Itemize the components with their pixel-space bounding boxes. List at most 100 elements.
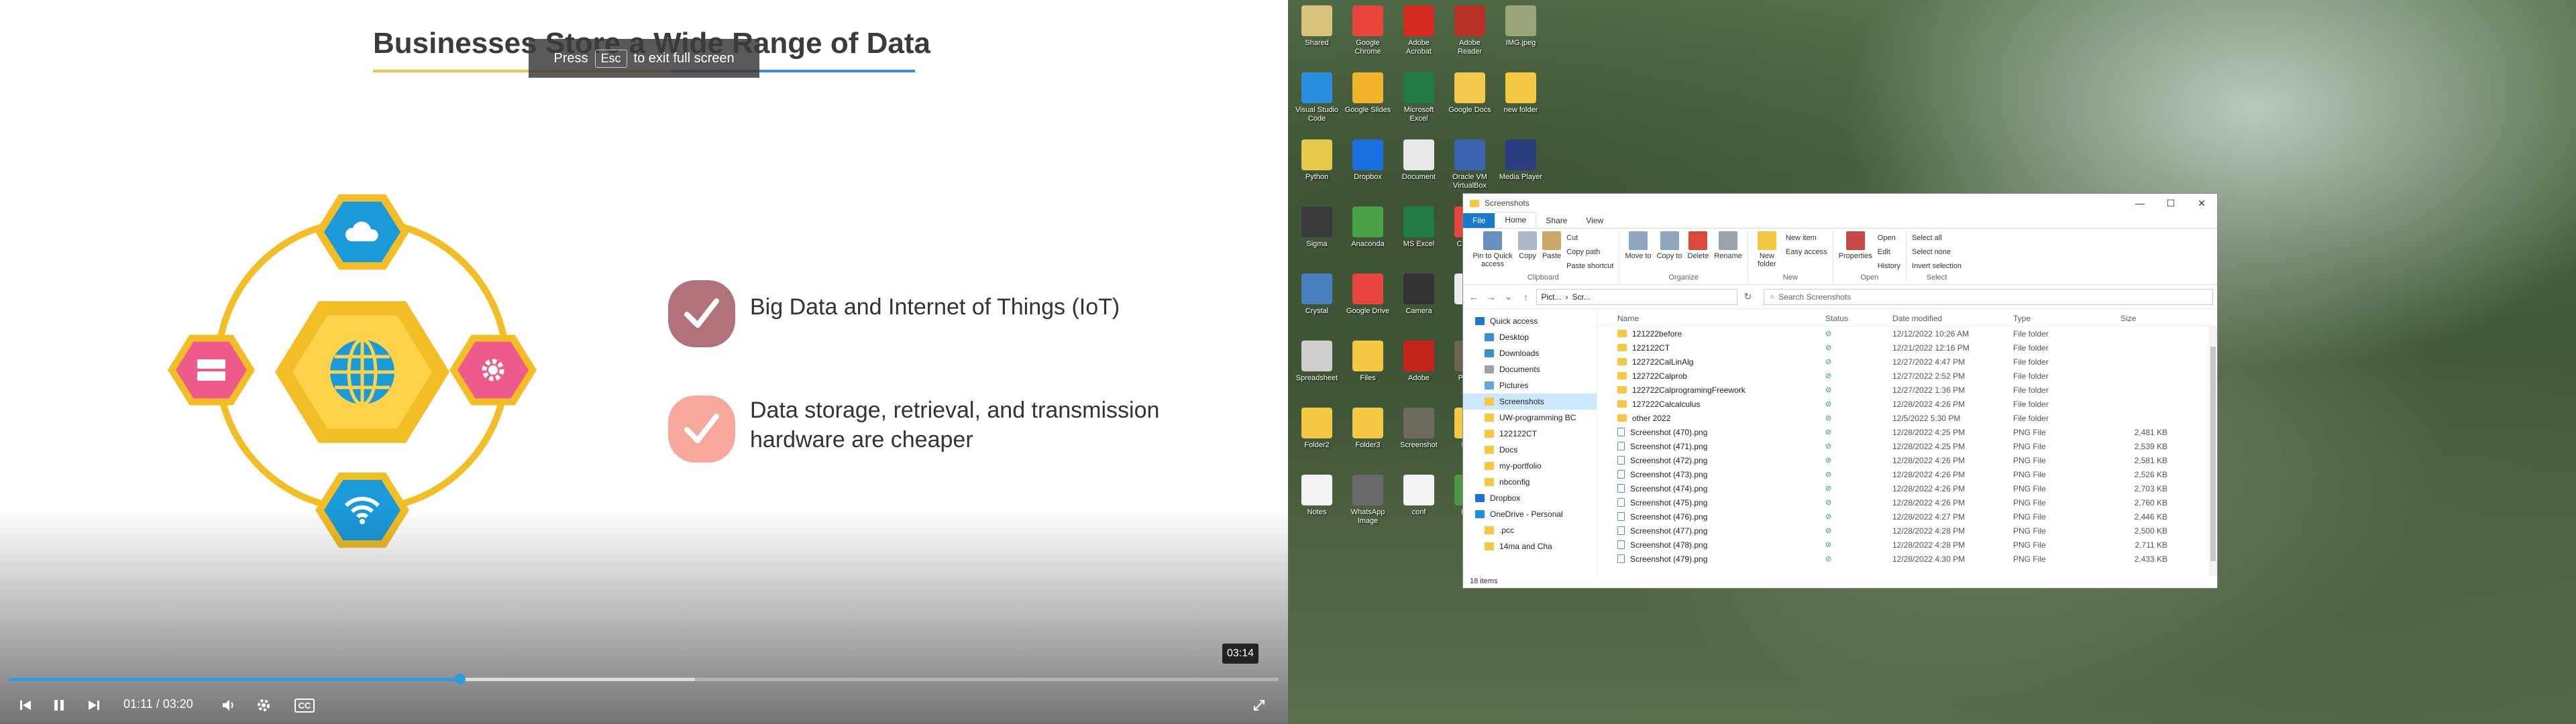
desktop-icon[interactable]: Document bbox=[1395, 139, 1442, 206]
column-date[interactable]: Date modified bbox=[1892, 314, 2013, 323]
desktop-icon[interactable]: WhatsApp Image bbox=[1344, 475, 1391, 542]
file-row[interactable]: Screenshot (470).png ⊘ 12/28/2022 4:25 PM P… bbox=[1597, 425, 2217, 439]
desktop-icon[interactable]: Visual Studio Code bbox=[1293, 72, 1340, 139]
file-row[interactable]: 121222before ⊘ 12/12/2022 10:26 AM File fol… bbox=[1597, 326, 2217, 341]
pin-quick-access-button[interactable]: Pin to Quick access bbox=[1472, 231, 1513, 274]
address-crumb-2[interactable]: Scr... bbox=[1572, 292, 1590, 302]
settings-gear-icon[interactable] bbox=[254, 695, 274, 716]
address-bar[interactable]: Pict... › Scr... bbox=[1536, 288, 1737, 305]
desktop-icon[interactable]: Adobe bbox=[1395, 341, 1442, 408]
desktop-icon[interactable]: Screenshot bbox=[1395, 408, 1442, 475]
recent-chevron-icon[interactable]: ⌄ bbox=[1502, 291, 1515, 302]
desktop-icon[interactable]: Google Docs bbox=[1446, 72, 1493, 139]
desktop-icon[interactable]: Python bbox=[1293, 139, 1340, 206]
nav-item[interactable]: 122122CT bbox=[1463, 426, 1597, 442]
desktop-icon[interactable]: Dropbox bbox=[1344, 139, 1391, 206]
column-type[interactable]: Type bbox=[2013, 314, 2114, 323]
nav-item[interactable]: OneDrive - Personal bbox=[1463, 506, 1597, 522]
column-name[interactable]: Name bbox=[1617, 314, 1825, 323]
invert-selection-button[interactable]: Invert selection bbox=[1912, 259, 1962, 274]
nav-item[interactable]: Screenshots bbox=[1463, 394, 1597, 410]
desktop-icon[interactable]: MS Excel bbox=[1395, 206, 1442, 274]
explorer-titlebar[interactable]: Screenshots — ☐ ✕ bbox=[1463, 194, 2217, 213]
file-row[interactable]: 122722Calprob ⊘ 12/27/2022 2:52 PM File fol… bbox=[1597, 369, 2217, 383]
file-row[interactable]: Screenshot (477).png ⊘ 12/28/2022 4:28 PM P… bbox=[1597, 524, 2217, 538]
desktop-icon[interactable]: Notes bbox=[1293, 475, 1340, 542]
properties-button[interactable]: Properties bbox=[1839, 231, 1872, 274]
file-row[interactable]: Screenshot (478).png ⊘ 12/28/2022 4:28 PM P… bbox=[1597, 538, 2217, 552]
desktop-icon[interactable]: Microsoft Excel bbox=[1395, 72, 1442, 139]
cut-button[interactable]: Cut bbox=[1566, 231, 1613, 245]
delete-button[interactable]: Delete bbox=[1688, 231, 1709, 274]
rename-button[interactable]: Rename bbox=[1714, 231, 1742, 274]
paste-button[interactable]: Paste bbox=[1542, 231, 1561, 274]
nav-item[interactable]: Docs bbox=[1463, 442, 1597, 458]
copy-path-button[interactable]: Copy path bbox=[1566, 245, 1613, 259]
desktop-icon[interactable]: Folder3 bbox=[1344, 408, 1391, 475]
nav-item[interactable]: 14ma and Cha bbox=[1463, 538, 1597, 554]
tab-file[interactable]: File bbox=[1463, 213, 1495, 228]
skip-forward-icon[interactable] bbox=[85, 695, 103, 716]
up-arrow-icon[interactable]: ↑ bbox=[1519, 292, 1533, 302]
file-row[interactable]: Screenshot (472).png ⊘ 12/28/2022 4:26 PM P… bbox=[1597, 453, 2217, 467]
exit-fullscreen-icon[interactable] bbox=[1249, 695, 1269, 716]
column-status[interactable]: Status bbox=[1825, 314, 1892, 323]
seek-handle[interactable] bbox=[454, 674, 466, 684]
navigation-pane[interactable]: Quick access Desktop Downloads Documents Pic… bbox=[1463, 310, 1597, 576]
desktop-icon[interactable]: Camera bbox=[1395, 274, 1442, 341]
nav-item[interactable]: .pcc bbox=[1463, 522, 1597, 538]
file-explorer-window[interactable]: Screenshots — ☐ ✕ File Home Share View P… bbox=[1462, 193, 2218, 589]
scroll-thumb[interactable] bbox=[2210, 347, 2216, 561]
forward-arrow-icon[interactable]: → bbox=[1485, 292, 1498, 302]
vertical-scrollbar[interactable] bbox=[2209, 326, 2217, 576]
desktop-icon[interactable]: Spreadsheet bbox=[1293, 341, 1340, 408]
captions-button[interactable]: CC bbox=[291, 695, 318, 716]
search-box[interactable]: ⌕ Search Screenshots bbox=[1764, 288, 2214, 305]
desktop-icon[interactable]: Shared bbox=[1293, 5, 1340, 72]
file-row[interactable]: Screenshot (471).png ⊘ 12/28/2022 4:25 PM P… bbox=[1597, 439, 2217, 453]
nav-item[interactable]: Quick access bbox=[1463, 313, 1597, 329]
nav-item[interactable]: Desktop bbox=[1463, 329, 1597, 345]
nav-item[interactable]: nbconfig bbox=[1463, 474, 1597, 490]
desktop-icon[interactable]: Google Slides bbox=[1344, 72, 1391, 139]
move-to-button[interactable]: Move to bbox=[1625, 231, 1652, 274]
desktop-icon[interactable]: conf bbox=[1395, 475, 1442, 542]
desktop-icon[interactable]: Adobe Reader bbox=[1446, 5, 1493, 72]
paste-shortcut-button[interactable]: Paste shortcut bbox=[1566, 259, 1613, 274]
nav-item[interactable]: Documents bbox=[1463, 361, 1597, 377]
file-row[interactable]: 122722CalprogramingFreework ⊘ 12/27/2022 1… bbox=[1597, 383, 2217, 397]
desktop-icon[interactable]: Sigma bbox=[1293, 206, 1340, 274]
nav-item[interactable]: UW-programming BC bbox=[1463, 410, 1597, 426]
desktop-icon[interactable]: new folder bbox=[1497, 72, 1544, 139]
skip-back-icon[interactable] bbox=[16, 695, 35, 716]
file-row[interactable]: Screenshot (474).png ⊘ 12/28/2022 4:26 PM P… bbox=[1597, 481, 2217, 495]
volume-icon[interactable] bbox=[219, 695, 239, 716]
back-arrow-icon[interactable]: ← bbox=[1467, 292, 1481, 302]
desktop-icon[interactable]: Adobe Acrobat bbox=[1395, 5, 1442, 72]
file-row[interactable]: Screenshot (473).png ⊘ 12/28/2022 4:26 PM P… bbox=[1597, 467, 2217, 481]
file-row[interactable]: 127222Calcalculus ⊘ 12/28/2022 4:26 PM File… bbox=[1597, 397, 2217, 411]
select-all-button[interactable]: Select all bbox=[1912, 231, 1962, 245]
column-size[interactable]: Size bbox=[2114, 314, 2167, 323]
copy-to-button[interactable]: Copy to bbox=[1657, 231, 1682, 274]
desktop-icon[interactable]: Folder2 bbox=[1293, 408, 1340, 475]
pause-icon[interactable] bbox=[50, 695, 68, 716]
edit-button[interactable]: Edit bbox=[1878, 245, 1900, 259]
nav-item[interactable]: Dropbox bbox=[1463, 490, 1597, 506]
desktop-icon[interactable]: Files bbox=[1344, 341, 1391, 408]
tab-share[interactable]: Share bbox=[1536, 213, 1576, 228]
desktop-icon[interactable]: Anaconda bbox=[1344, 206, 1391, 274]
file-list[interactable]: Name Status Date modified Type Size 1212… bbox=[1597, 310, 2217, 576]
minimize-button[interactable]: — bbox=[2125, 194, 2155, 213]
nav-item[interactable]: Pictures bbox=[1463, 377, 1597, 394]
new-item-button[interactable]: New item bbox=[1786, 231, 1827, 245]
refresh-icon[interactable]: ↻ bbox=[1741, 291, 1755, 302]
video-player[interactable]: Businesses Store a Wide Range of Data Pr… bbox=[0, 0, 1288, 724]
new-folder-button[interactable]: New folder bbox=[1754, 231, 1780, 274]
open-button[interactable]: Open bbox=[1878, 231, 1900, 245]
file-row[interactable]: Screenshot (479).png ⊘ 12/28/2022 4:30 PM P… bbox=[1597, 552, 2217, 566]
history-button[interactable]: History bbox=[1878, 259, 1900, 274]
copy-button[interactable]: Copy bbox=[1518, 231, 1537, 274]
nav-item[interactable]: my-portfolio bbox=[1463, 458, 1597, 474]
file-row[interactable]: Screenshot (476).png ⊘ 12/28/2022 4:27 PM P… bbox=[1597, 509, 2217, 524]
